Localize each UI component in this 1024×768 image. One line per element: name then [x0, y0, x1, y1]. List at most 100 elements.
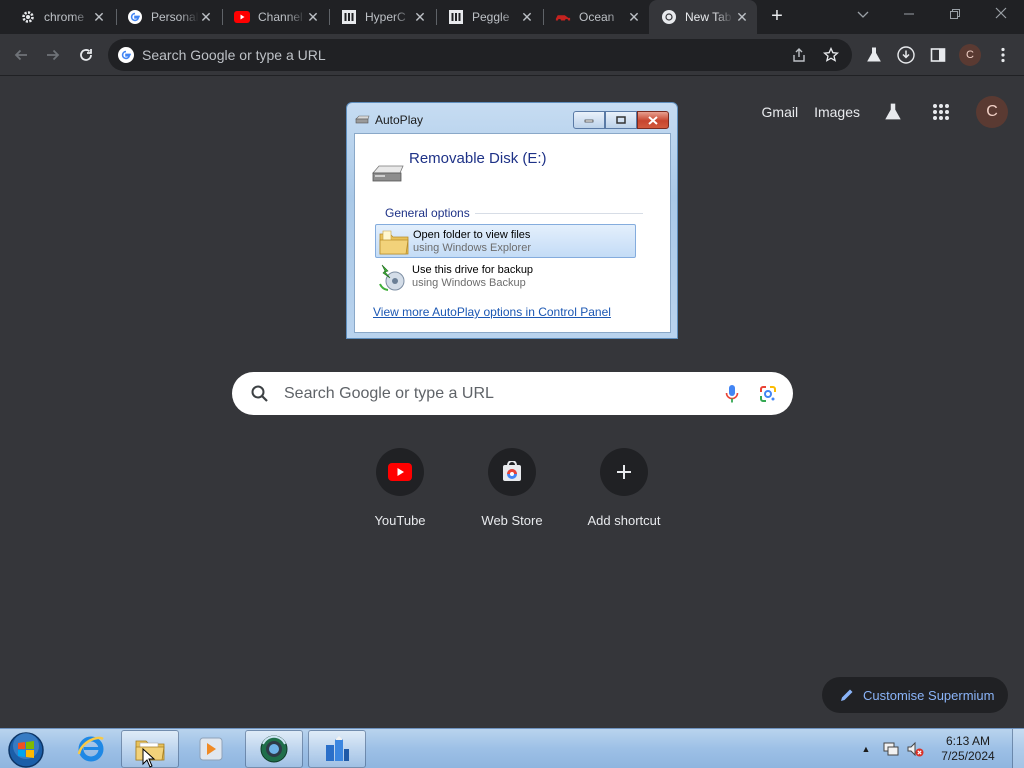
tab-chrome[interactable]: chrome ✕: [8, 0, 114, 34]
drive-name: Removable Disk (E:): [409, 150, 547, 167]
clock-date: 7/25/2024: [941, 749, 995, 763]
apps-grid-icon[interactable]: [928, 99, 954, 125]
ntp-search-box[interactable]: Search Google or type a URL: [232, 372, 793, 415]
gmail-link[interactable]: Gmail: [762, 104, 799, 120]
download-icon: [897, 46, 915, 64]
dialog-maximize-button[interactable]: [605, 111, 637, 129]
action-center-icon[interactable]: [882, 740, 900, 758]
tab-search-button[interactable]: [840, 0, 886, 30]
tab-title: Channel: [258, 10, 303, 24]
close-tab-icon[interactable]: ✕: [413, 10, 427, 24]
pencil-icon: [841, 689, 853, 701]
bank-icon: [341, 9, 357, 25]
menu-button[interactable]: [990, 42, 1016, 68]
internet-explorer-icon: [77, 736, 104, 762]
taskbar-media-player[interactable]: [182, 730, 240, 768]
images-link[interactable]: Images: [814, 104, 860, 120]
taskbar-supermium[interactable]: [245, 730, 303, 768]
close-tab-icon[interactable]: ✕: [199, 10, 213, 24]
side-panel-button[interactable]: [925, 42, 951, 68]
volume-muted-icon[interactable]: [906, 740, 924, 758]
windows-backup-icon: [379, 264, 405, 291]
customise-label: Customise Supermium: [863, 687, 995, 703]
folder-icon: [379, 230, 409, 255]
search-icon: [251, 385, 268, 402]
shortcut-web-store[interactable]: Web Store: [456, 448, 568, 528]
voice-search-icon[interactable]: [721, 383, 743, 405]
shortcut-tiles: YouTube Web Store Add shortcut: [344, 448, 680, 528]
tab-peggle[interactable]: Peggle ✕: [436, 0, 542, 34]
tab-title: Peggle: [472, 10, 510, 24]
car-icon: [555, 9, 571, 25]
labs-button[interactable]: [861, 42, 887, 68]
ntp-avatar[interactable]: C: [976, 96, 1008, 128]
address-bar-placeholder: Search Google or type a URL: [142, 47, 326, 63]
new-tab-button[interactable]: +: [766, 6, 788, 28]
downloads-button[interactable]: [893, 42, 919, 68]
tab-title: Personal: [151, 10, 199, 24]
tab-personal[interactable]: Personal ✕: [115, 0, 221, 34]
windows-start-orb-icon: [8, 732, 44, 768]
control-panel-link[interactable]: View more AutoPlay options in Control Pa…: [373, 305, 611, 319]
taskbar-internet-explorer[interactable]: [62, 730, 120, 768]
show-desktop-button[interactable]: [1012, 729, 1024, 768]
option-backup[interactable]: Use this drive for backup using Windows …: [375, 260, 636, 294]
removable-disk-icon: [372, 165, 404, 182]
shortcut-add[interactable]: Add shortcut: [568, 448, 680, 528]
dialog-content: Removable Disk (E:) General options Open…: [354, 133, 671, 333]
minimize-button[interactable]: [886, 0, 932, 30]
tab-title: chrome: [44, 10, 85, 24]
tab-hyperc[interactable]: HyperC ✕: [329, 0, 435, 34]
back-arrow-icon: [14, 49, 27, 61]
google-g-icon: [118, 47, 134, 63]
windows-taskbar: ▲ 6:13 AM 7/25/2024: [0, 728, 1024, 768]
ntp-top-links: Gmail Images C: [762, 96, 1008, 128]
taskbar-windows-explorer[interactable]: [121, 730, 179, 768]
minimize-icon: [584, 119, 594, 123]
labs-flask-icon[interactable]: [880, 99, 906, 125]
share-icon[interactable]: [788, 44, 810, 66]
dialog-titlebar[interactable]: AutoPlay: [347, 103, 677, 131]
close-tab-icon[interactable]: ✕: [627, 10, 641, 24]
reload-button[interactable]: [73, 42, 99, 68]
close-tab-icon[interactable]: ✕: [735, 10, 749, 24]
option-open-folder[interactable]: Open folder to view files using Windows …: [375, 224, 636, 258]
dialog-close-button[interactable]: [637, 111, 669, 129]
back-button[interactable]: [8, 42, 34, 68]
shortcut-youtube[interactable]: YouTube: [344, 448, 456, 528]
clock-time: 6:13 AM: [945, 734, 991, 748]
tab-ocean[interactable]: Ocean ✕: [543, 0, 649, 34]
media-player-icon: [199, 737, 223, 761]
address-bar[interactable]: Search Google or type a URL: [108, 39, 852, 71]
gear-icon: [20, 9, 36, 25]
bookmark-star-icon[interactable]: [820, 44, 842, 66]
plus-icon: [600, 448, 648, 496]
close-tab-icon[interactable]: ✕: [92, 10, 106, 24]
option-title: Open folder to view files: [413, 229, 531, 241]
chevron-down-icon: [857, 11, 869, 18]
profile-button[interactable]: C: [957, 42, 983, 68]
customise-button[interactable]: Customise Supermium: [822, 677, 1008, 713]
shortcut-label: Web Store: [481, 513, 543, 528]
reload-icon: [80, 49, 92, 61]
taskbar-clock[interactable]: 6:13 AM 7/25/2024: [936, 734, 1000, 764]
group-label: General options: [385, 206, 470, 220]
side-panel-icon: [930, 48, 946, 62]
ntp-search-placeholder: Search Google or type a URL: [284, 384, 494, 402]
close-tab-icon[interactable]: ✕: [520, 10, 534, 24]
tab-channel[interactable]: Channel ✕: [222, 0, 328, 34]
minimize-icon: [904, 13, 914, 15]
close-window-button[interactable]: [978, 0, 1024, 30]
avatar: C: [959, 44, 981, 66]
taskbar-app-installer[interactable]: [308, 730, 366, 768]
restore-button[interactable]: [932, 0, 978, 30]
divider: [475, 213, 643, 214]
start-button[interactable]: [6, 731, 46, 768]
google-lens-icon[interactable]: [757, 383, 779, 405]
forward-button[interactable]: [40, 42, 66, 68]
show-hidden-icons-button[interactable]: ▲: [860, 744, 872, 754]
close-tab-icon[interactable]: ✕: [306, 10, 320, 24]
dialog-minimize-button[interactable]: [573, 111, 605, 129]
tab-new-tab[interactable]: New Tab ✕: [649, 0, 757, 34]
shortcut-label: Add shortcut: [587, 513, 661, 528]
